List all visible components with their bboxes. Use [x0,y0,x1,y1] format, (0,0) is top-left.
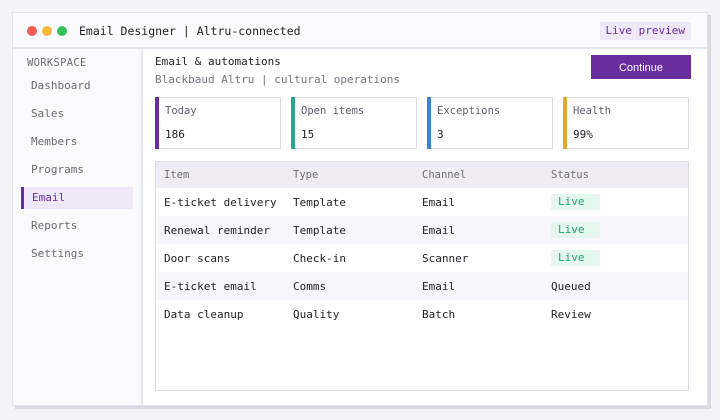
column-header-item[interactable]: Item [164,169,189,181]
stat-card-health: Health 99% [563,97,689,149]
card-accent [563,97,567,149]
table-row[interactable]: E-ticket delivery Template Email Live [156,188,688,216]
automations-table: Item Type Channel Status E-ticket delive… [155,161,689,391]
minimize-window-button[interactable] [42,26,52,36]
sidebar-item-dashboard[interactable]: Dashboard [21,75,133,97]
card-value: 3 [437,128,444,141]
page-title: Email & automations [155,55,281,68]
cell-status: Queued [551,280,591,293]
sidebar-item-email[interactable]: Email [21,187,133,209]
close-window-button[interactable] [27,26,37,36]
cell-type: Comms [293,280,327,293]
cell-type: Quality [293,308,340,321]
cell-type: Template [293,224,346,237]
sidebar-item-reports[interactable]: Reports [21,215,133,237]
card-label: Exceptions [437,105,501,117]
sidebar-item-sales[interactable]: Sales [21,103,133,125]
cell-channel: Batch [422,308,456,321]
cell-type: Check-in [293,252,346,265]
continue-button[interactable]: Continue [591,55,691,79]
stat-card-open-items: Open items 15 [291,97,417,149]
cell-item: Door scans [164,252,231,265]
cell-channel: Email [422,196,456,209]
cell-item: Renewal reminder [164,224,270,237]
card-accent [291,97,295,149]
live-preview-toggle[interactable]: Live preview [599,22,691,40]
card-value: 99% [573,128,593,141]
sidebar-heading: WORKSPACE [27,57,87,69]
sidebar-item-programs[interactable]: Programs [21,159,133,181]
status-badge: Live [551,250,600,266]
cell-item: E-ticket delivery [164,196,277,209]
card-value: 15 [301,128,315,141]
card-label: Today [165,105,197,117]
card-label: Open items [301,105,365,117]
cell-channel: Email [422,224,456,237]
app-window: Email Designer | Altru-connected Live pr… [12,12,708,406]
column-header-type[interactable]: Type [293,169,318,181]
cell-item: E-ticket email [164,280,257,293]
table-header: Item Type Channel Status [156,162,688,188]
table-row[interactable]: Door scans Check-in Scanner Live [156,244,688,272]
card-value: 186 [165,128,185,141]
column-header-status[interactable]: Status [551,169,589,181]
table-row[interactable]: Data cleanup Quality Batch Review [156,300,688,328]
card-label: Health [573,105,611,117]
stat-card-today: Today 186 [155,97,281,149]
status-badge: Live [551,222,600,238]
page-subtitle: Blackbaud Altru | cultural operations [155,73,401,86]
table-row[interactable]: Renewal reminder Template Email Live [156,216,688,244]
cell-type: Template [293,196,346,209]
stat-card-exceptions: Exceptions 3 [427,97,553,149]
sidebar-item-members[interactable]: Members [21,131,133,153]
status-badge: Live [551,194,600,210]
cell-channel: Scanner [422,252,469,265]
cell-status: Review [551,308,591,321]
window-title: Email Designer | Altru-connected [79,24,301,38]
table-row[interactable]: E-ticket email Comms Email Queued [156,272,688,300]
main-content: Email & automations Blackbaud Altru | cu… [153,49,707,405]
sidebar-item-settings[interactable]: Settings [21,243,133,265]
title-bar: Email Designer | Altru-connected Live pr… [13,13,707,49]
sidebar: WORKSPACE Dashboard Sales Members Progra… [13,49,143,405]
maximize-window-button[interactable] [57,26,67,36]
card-accent [155,97,159,149]
cell-item: Data cleanup [164,308,244,321]
column-header-channel[interactable]: Channel [422,169,466,181]
cell-channel: Email [422,280,456,293]
card-accent [427,97,431,149]
